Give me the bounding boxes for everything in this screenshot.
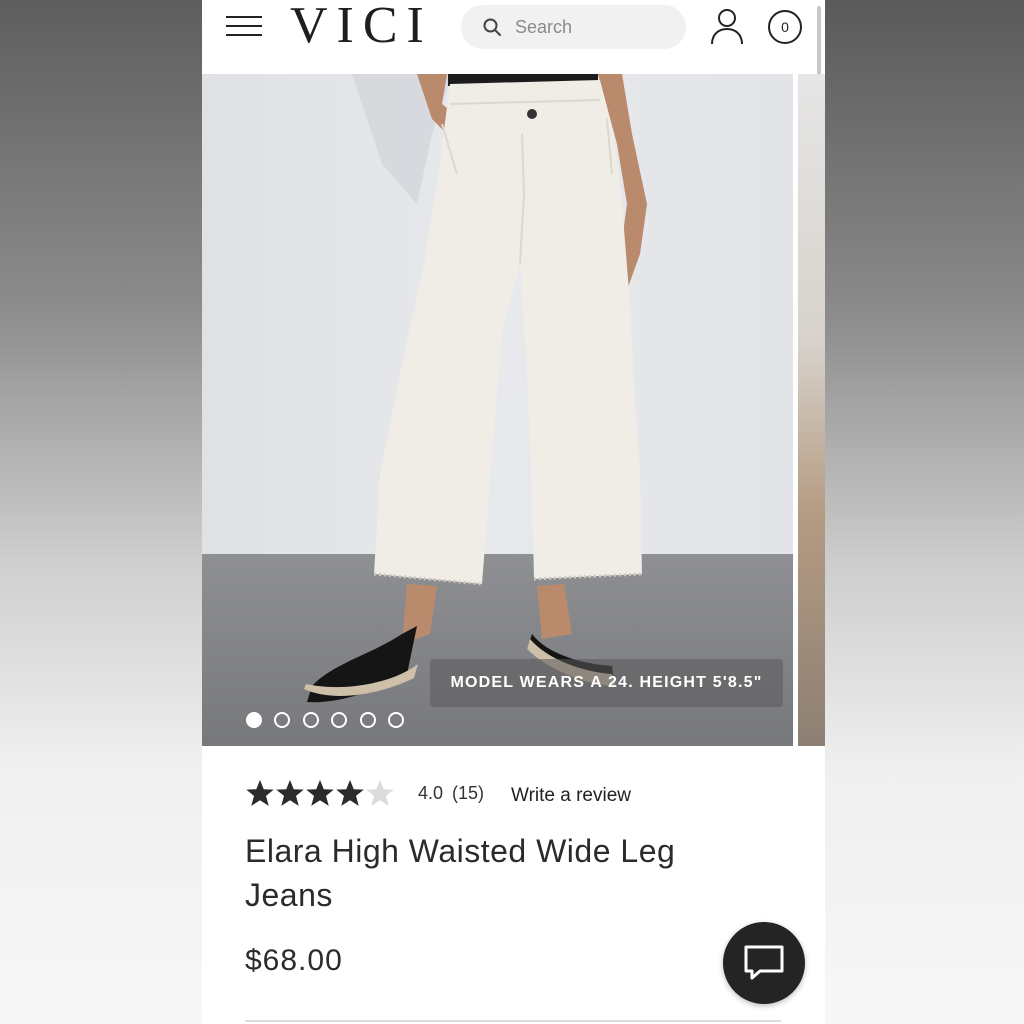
search-icon: [483, 18, 501, 36]
menu-icon[interactable]: [226, 16, 264, 38]
cart-count: 0: [781, 19, 789, 35]
cart-icon[interactable]: 0: [768, 10, 802, 44]
gallery-dot-5[interactable]: [360, 712, 376, 728]
model-illustration: [304, 74, 647, 703]
model-size-caption: MODEL WEARS A 24. HEIGHT 5'8.5": [430, 659, 783, 707]
star-empty-icon: [366, 779, 394, 806]
product-photo[interactable]: MODEL WEARS A 24. HEIGHT 5'8.5": [202, 74, 793, 746]
gallery-dot-6[interactable]: [388, 712, 404, 728]
gallery-dot-2[interactable]: [274, 712, 290, 728]
review-count[interactable]: (15): [452, 783, 484, 804]
next-product-photo-peek[interactable]: [798, 74, 825, 746]
search-placeholder: Search: [515, 17, 573, 37]
brand-logo[interactable]: VICI: [290, 0, 433, 56]
divider: [245, 1020, 781, 1022]
product-page: VICI Search 0 MODEL WEARS A 24. HEIGHT 5…: [202, 0, 825, 1024]
account-icon[interactable]: [710, 8, 744, 46]
gallery-dot-1[interactable]: [246, 712, 262, 728]
rating-stars[interactable]: [245, 778, 397, 812]
background-left: [0, 0, 202, 1024]
search-input[interactable]: Search: [461, 5, 686, 49]
product-title: Elara High Waisted Wide Leg Jeans: [245, 833, 676, 913]
star-filled-icon: [336, 779, 364, 806]
write-review-link[interactable]: Write a review: [511, 785, 631, 807]
site-header: VICI Search 0: [202, 0, 825, 100]
star-filled-icon: [276, 779, 304, 806]
product-image-gallery[interactable]: MODEL WEARS A 24. HEIGHT 5'8.5": [202, 74, 825, 746]
product-price: $68.00: [245, 944, 343, 977]
star-filled-icon: [246, 779, 274, 806]
gallery-dot-3[interactable]: [303, 712, 319, 728]
star-filled-icon: [306, 779, 334, 806]
gallery-dot-4[interactable]: [331, 712, 347, 728]
chat-button[interactable]: [723, 922, 805, 1004]
rating-value: 4.0: [418, 783, 444, 803]
chat-icon: [744, 945, 784, 980]
background-right: [825, 0, 1024, 1024]
